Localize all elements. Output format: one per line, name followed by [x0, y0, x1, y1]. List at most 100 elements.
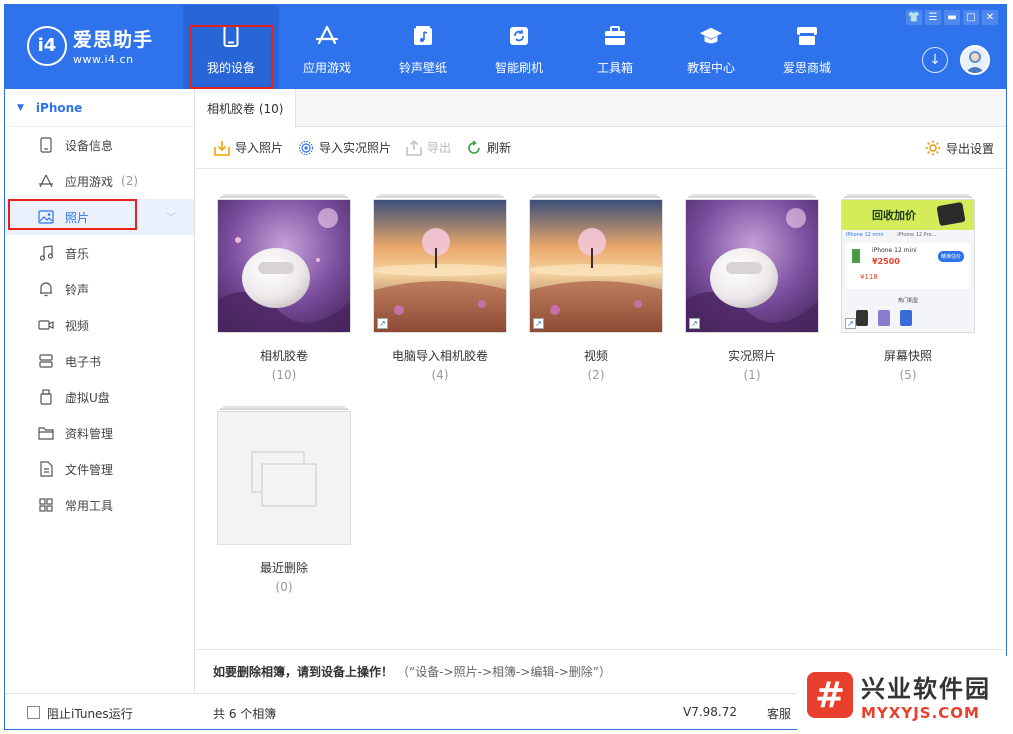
album-name: 最近删除: [259, 561, 308, 575]
sidebar-item-data-management[interactable]: 资料管理: [5, 415, 194, 451]
sidebar-item-ebooks[interactable]: 电子书: [5, 343, 194, 379]
sidebar: ▼ iPhone 设备信息 应用游戏 (2) 照片 ﹀ 音乐 铃声 视频 电子书…: [5, 89, 195, 693]
block-itunes-label: 阻止iTunes运行: [47, 707, 133, 721]
album-name: 视频: [583, 349, 608, 363]
shortcut-icon: ↗: [689, 318, 700, 329]
close-icon[interactable]: ✕: [982, 10, 998, 25]
screenshot-price: ¥2500: [872, 257, 900, 266]
sidebar-item-count: (2): [121, 174, 139, 188]
sidebar-item-label: 音乐: [65, 246, 90, 261]
album-count: (10): [271, 368, 297, 382]
nav-shop[interactable]: 爱思商城: [759, 5, 855, 89]
music-wallpaper-icon: [411, 23, 435, 49]
album-name: 电脑导入相机胶卷: [391, 349, 488, 363]
sidebar-item-ringtones[interactable]: 铃声: [5, 271, 194, 307]
sidebar-item-photos[interactable]: 照片 ﹀: [5, 199, 194, 235]
nav-apps-games[interactable]: 应用游戏: [279, 5, 375, 89]
version-label: V7.98.72: [683, 705, 738, 719]
live-photo-icon: [297, 139, 315, 157]
device-info-icon: [37, 136, 55, 154]
app-name: 爱思助手: [73, 29, 154, 51]
main-nav: 我的设备 应用游戏 铃声壁纸 智能刷机 工具箱 教程中心 爱思商城: [183, 5, 855, 89]
sidebar-item-label: 资料管理: [65, 426, 114, 441]
maximize-icon[interactable]: □: [963, 10, 979, 25]
import-live-photos-button[interactable]: 导入实况照片: [297, 139, 391, 157]
nav-label: 铃声壁纸: [398, 61, 447, 75]
album-recently-deleted[interactable]: 最近删除 (0): [217, 406, 351, 594]
screenshot-bonus: ¥118: [860, 273, 878, 281]
album-name: 相机胶卷: [259, 349, 308, 363]
refresh-button[interactable]: 刷新: [465, 139, 511, 157]
export-settings-label: 导出设置: [945, 141, 994, 156]
album-live-photos[interactable]: ↗ 实况照片 (1): [685, 194, 819, 382]
album-count: (0): [275, 580, 293, 594]
customer-service-link[interactable]: 客服: [767, 705, 791, 722]
nav-toolbox[interactable]: 工具箱: [567, 5, 663, 89]
sidebar-item-common-tools[interactable]: 常用工具: [5, 487, 194, 523]
shortcut-icon: ↗: [845, 318, 856, 329]
nav-tutorials[interactable]: 教程中心: [663, 5, 759, 89]
gear-icon: [924, 139, 942, 157]
shortcut-icon: ↗: [533, 318, 544, 329]
album-count: (1): [743, 368, 761, 382]
note-hint: （“设备->照片->相簿->编辑->删除”）: [397, 665, 611, 679]
sidebar-item-apps[interactable]: 应用游戏 (2): [5, 163, 194, 199]
sidebar-item-label: 虚拟U盘: [65, 390, 110, 405]
sidebar-item-label: 设备信息: [65, 138, 114, 153]
album-thumbnail: [217, 411, 351, 545]
nav-label: 工具箱: [596, 61, 633, 75]
block-itunes-checkbox[interactable]: [27, 706, 40, 719]
album-name: 屏幕快照: [883, 349, 932, 363]
minimize-icon[interactable]: ▬: [944, 10, 960, 25]
sidebar-item-label: 常用工具: [65, 498, 114, 513]
toolbar: 导入照片 导入实况照片 导出 刷新 导出设置: [195, 127, 1006, 169]
screenshot-banner: 回收加价: [842, 200, 974, 230]
screenshot-tab-1: iPhone 12 mini: [846, 232, 884, 238]
album-thumbnail: 回收加价 iPhone 12 mini iPhone 12 Pro... iPh…: [841, 199, 975, 333]
skin-icon[interactable]: 👕: [906, 10, 922, 25]
album-camera-roll[interactable]: 相机胶卷 (10): [217, 194, 351, 382]
nav-ringtones-wallpapers[interactable]: 铃声壁纸: [375, 5, 471, 89]
nav-label: 我的设备: [206, 61, 255, 75]
album-thumbnail: [217, 199, 351, 333]
shortcut-icon: ↗: [377, 318, 388, 329]
app-logo: i4 爱思助手 www.i4.cn: [27, 25, 153, 66]
sidebar-item-device-info[interactable]: 设备信息: [5, 127, 194, 163]
album-thumbnail: ↗: [373, 199, 507, 333]
nav-smart-flash[interactable]: 智能刷机: [471, 5, 567, 89]
import-photos-button[interactable]: 导入照片: [213, 139, 283, 157]
sidebar-item-music[interactable]: 音乐: [5, 235, 194, 271]
chevron-down-icon[interactable]: ﹀: [166, 209, 176, 224]
album-videos[interactable]: ↗ 视频 (2): [529, 194, 663, 382]
file-icon: [37, 460, 55, 478]
bell-icon: [37, 280, 55, 298]
folder-icon: [37, 424, 55, 442]
album-thumbnail: ↗: [685, 199, 819, 333]
sidebar-item-label: 应用游戏: [65, 174, 114, 189]
album-pc-imported[interactable]: ↗ 电脑导入相机胶卷 (4): [373, 194, 507, 382]
nav-my-device[interactable]: 我的设备: [183, 5, 279, 89]
album-screenshots[interactable]: 回收加价 iPhone 12 mini iPhone 12 Pro... iPh…: [841, 194, 975, 382]
tab-camera-roll[interactable]: 相机胶卷 (10): [195, 89, 297, 128]
sidebar-item-videos[interactable]: 视频: [5, 307, 194, 343]
download-icon[interactable]: ↓: [922, 47, 948, 73]
menu-icon[interactable]: ☰: [925, 10, 941, 25]
app-window: i4 爱思助手 www.i4.cn 我的设备 应用游戏 铃声壁纸 智能刷机 工具…: [4, 4, 1007, 730]
device-selector[interactable]: ▼ iPhone: [5, 89, 194, 127]
toolbox-icon: [603, 23, 627, 49]
export-settings-button[interactable]: 导出设置: [924, 139, 994, 157]
flash-icon: [507, 23, 531, 49]
export-button[interactable]: 导出: [405, 139, 451, 157]
refresh-icon: [465, 139, 483, 157]
watermark-title: 兴业软件园: [861, 674, 991, 703]
avatar[interactable]: [960, 45, 990, 75]
album-count: (4): [431, 368, 449, 382]
sidebar-item-file-management[interactable]: 文件管理: [5, 451, 194, 487]
album-count: (2): [587, 368, 605, 382]
sidebar-item-virtual-udisk[interactable]: 虚拟U盘: [5, 379, 194, 415]
album-name: 实况照片: [727, 349, 776, 363]
nav-label: 智能刷机: [494, 61, 543, 75]
nav-label: 应用游戏: [302, 61, 351, 75]
window-controls: 👕 ☰ ▬ □ ✕: [906, 10, 998, 25]
watermark: # 兴业软件园 MYXYJS.COM: [797, 656, 1013, 734]
